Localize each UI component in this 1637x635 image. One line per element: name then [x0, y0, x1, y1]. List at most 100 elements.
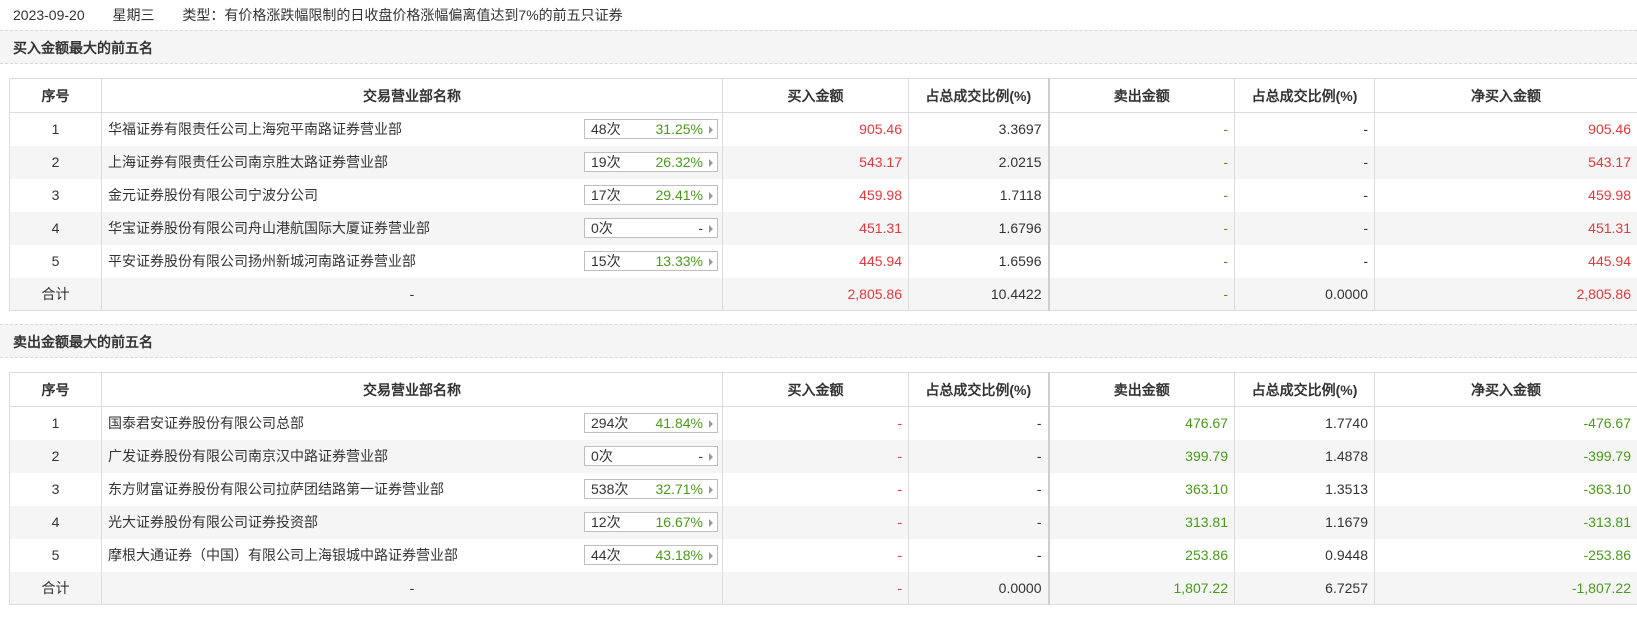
col-net-amount: 净买入金额: [1374, 78, 1637, 113]
listing-count: 0次: [591, 219, 613, 236]
net-amount: 451.31: [1374, 211, 1637, 245]
buy-amount: -: [722, 406, 909, 440]
table-row: 2 广发证券股份有限公司南京汉中路证券营业部 0次 - - -399.79 1.4878 -3…: [9, 439, 1637, 473]
total-sell-amount: -: [1047, 277, 1235, 311]
sell-amount: 313.81: [1047, 505, 1235, 539]
broker-name-link[interactable]: 光大证券股份有限公司证券投资部: [108, 512, 318, 532]
arrow-right-icon: [709, 485, 713, 494]
broker-stats-badge[interactable]: 19次 26.32%: [584, 151, 718, 172]
buy-ratio: 1.6596: [908, 244, 1049, 278]
sell-amount: 253.86: [1047, 538, 1235, 572]
sell-ratio: -: [1234, 112, 1375, 146]
broker-stats-badge[interactable]: 538次 32.71%: [584, 478, 718, 499]
buy-ratio: 3.3697: [908, 112, 1049, 146]
row-index: 1: [9, 112, 102, 146]
col-buy-amount: 买入金额: [722, 372, 909, 407]
buy-table: 序号 交易营业部名称 买入金额 占总成交比例(%) 卖出金额 占总成交比例(%)…: [9, 78, 1637, 311]
total-row: 合计 - -0.0000 1,807.22 6.7257 -1,807.22: [9, 571, 1637, 605]
table-header-row: 序号 交易营业部名称 买入金额 占总成交比例(%) 卖出金额 占总成交比例(%)…: [9, 372, 1637, 407]
table-row: 2 上海证券有限责任公司南京胜太路证券营业部 19次 26.32% 543.17 2.02…: [9, 145, 1637, 179]
win-rate: -: [698, 447, 703, 464]
broker-stats-badge[interactable]: 12次 16.67%: [584, 511, 718, 532]
total-name: -: [101, 571, 723, 605]
broker-stats-badge[interactable]: 44次 43.18%: [584, 544, 718, 565]
sell-ratio: -: [1234, 244, 1375, 278]
broker-name-cell: 华宝证券股份有限公司舟山港航国际大厦证券营业部 0次 -: [101, 211, 723, 245]
broker-name-link[interactable]: 金元证券股份有限公司宁波分公司: [108, 185, 318, 205]
weekday: 星期三: [112, 7, 155, 23]
broker-name-cell: 上海证券有限责任公司南京胜太路证券营业部 19次 26.32%: [101, 145, 723, 179]
col-broker-name: 交易营业部名称: [101, 78, 723, 113]
listing-count: 44次: [591, 546, 621, 563]
listing-count: 294次: [591, 415, 629, 431]
broker-name-link[interactable]: 华福证券有限责任公司上海宛平南路证券营业部: [108, 119, 402, 139]
total-buy-ratio: 0.0000: [908, 571, 1049, 605]
listing-count: 15次: [591, 252, 621, 269]
broker-stats-badge[interactable]: 294次 41.84%: [584, 413, 718, 433]
row-index: 3: [9, 472, 102, 506]
total-sell-amount: 1,807.22: [1047, 571, 1235, 605]
sell-amount: -: [1047, 112, 1235, 146]
buy-ratio: 1.6796: [908, 211, 1049, 245]
net-amount: -363.10: [1374, 472, 1637, 506]
row-index: 1: [9, 406, 102, 440]
col-buy-amount: 买入金额: [722, 78, 909, 113]
broker-name-link[interactable]: 摩根大通证券（中国）有限公司上海银城中路证券营业部: [108, 545, 458, 565]
row-index: 5: [9, 538, 102, 572]
broker-stats-badge[interactable]: 15次 13.33%: [584, 250, 718, 271]
buy-ratio: -: [908, 439, 1049, 473]
broker-stats-badge[interactable]: 17次 29.41%: [584, 184, 718, 205]
table-row: 3 东方财富证券股份有限公司拉萨团结路第一证券营业部 538次 32.71% - -363…: [9, 472, 1637, 506]
total-buy-amount: 2,805.86: [722, 277, 909, 311]
sell-ratio: -: [1234, 145, 1375, 179]
info-bar: 2023-09-20 星期三 类型：有价格涨跌幅限制的日收盘价格涨幅偏离值达到7…: [0, 0, 1637, 30]
total-row: 合计 -2,805.86 10.4422-0.0000 2,805.86: [9, 277, 1637, 311]
broker-name-cell: 国泰君安证券股份有限公司总部 294次 41.84%: [101, 406, 723, 440]
broker-stats-badge[interactable]: 48次 31.25%: [584, 119, 718, 139]
sell-ratio: 1.7740: [1234, 406, 1375, 440]
listing-count: 12次: [591, 513, 621, 530]
buy-ratio: 2.0215: [908, 145, 1049, 179]
buy-amount: 905.46: [722, 112, 909, 146]
row-index: 5: [9, 244, 102, 278]
arrow-right-icon: [709, 224, 713, 233]
net-amount: 445.94: [1374, 244, 1637, 278]
broker-stats-badge[interactable]: 0次 -: [584, 445, 718, 466]
arrow-right-icon: [709, 158, 713, 167]
col-broker-name: 交易营业部名称: [101, 372, 723, 407]
row-index: 3: [9, 178, 102, 212]
net-amount: -476.67: [1374, 406, 1637, 440]
sell-amount: -: [1047, 211, 1235, 245]
buy-ratio: 1.7118: [908, 178, 1049, 212]
broker-name-link[interactable]: 上海证券有限责任公司南京胜太路证券营业部: [108, 152, 388, 172]
total-name: -: [101, 277, 723, 311]
buy-amount: 445.94: [722, 244, 909, 278]
broker-name-link[interactable]: 广发证券股份有限公司南京汉中路证券营业部: [108, 446, 388, 466]
broker-name-link[interactable]: 东方财富证券股份有限公司拉萨团结路第一证券营业部: [108, 479, 444, 499]
broker-name-cell: 东方财富证券股份有限公司拉萨团结路第一证券营业部 538次 32.71%: [101, 472, 723, 506]
arrow-right-icon: [709, 551, 713, 560]
arrow-right-icon: [709, 126, 713, 134]
table-row: 1 国泰君安证券股份有限公司总部 294次 41.84% - -476.67 1.7740-…: [9, 406, 1637, 440]
sell-ratio: 1.3513: [1234, 472, 1375, 506]
total-buy-amount: -: [722, 571, 909, 605]
broker-name-cell: 华福证券有限责任公司上海宛平南路证券营业部 48次 31.25%: [101, 112, 723, 146]
listing-count: 0次: [591, 447, 613, 464]
broker-name-link[interactable]: 平安证券股份有限公司扬州新城河南路证券营业部: [108, 251, 416, 271]
col-sell-ratio: 占总成交比例(%): [1234, 78, 1375, 113]
sell-amount: -: [1047, 145, 1235, 179]
total-label: 合计: [9, 571, 102, 605]
broker-stats-badge[interactable]: 0次 -: [584, 217, 718, 238]
broker-name-cell: 广发证券股份有限公司南京汉中路证券营业部 0次 -: [101, 439, 723, 473]
arrow-right-icon: [709, 257, 713, 266]
sell-table-wrapper: 序号 交易营业部名称 买入金额 占总成交比例(%) 卖出金额 占总成交比例(%)…: [9, 372, 1637, 605]
buy-ratio: -: [908, 406, 1049, 440]
broker-name-link[interactable]: 国泰君安证券股份有限公司总部: [108, 413, 304, 433]
arrow-right-icon: [709, 191, 713, 200]
sell-amount: 399.79: [1047, 439, 1235, 473]
total-net-amount: 2,805.86: [1374, 277, 1637, 311]
win-rate: 43.18%: [655, 546, 703, 563]
arrow-right-icon: [709, 420, 713, 428]
buy-section-title: 买入金额最大的前五名: [0, 30, 1637, 64]
broker-name-link[interactable]: 华宝证券股份有限公司舟山港航国际大厦证券营业部: [108, 218, 430, 238]
